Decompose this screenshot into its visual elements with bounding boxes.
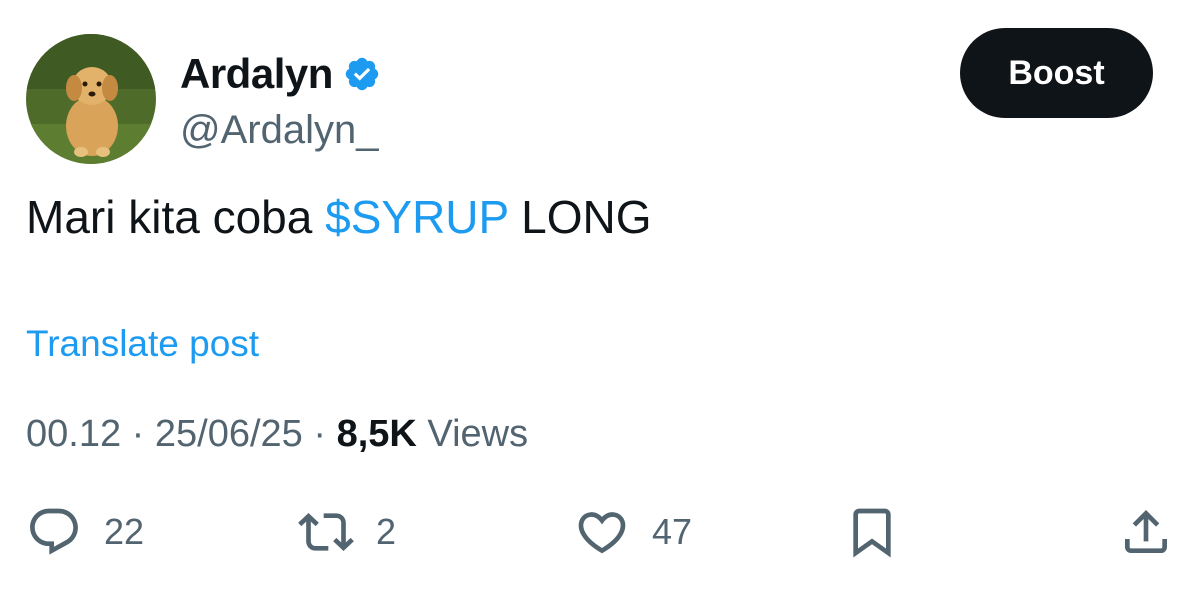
author-handle[interactable]: @Ardalyn_ (180, 108, 378, 153)
action-bar: 22 2 47 (0, 500, 1200, 570)
post-card: Ardalyn @Ardalyn_ Boost Mari kita coba $… (0, 0, 1200, 616)
heart-icon (578, 512, 626, 554)
post-text: Mari kita coba $SYRUP LONG (26, 190, 652, 244)
post-date[interactable]: 25/06/25 (155, 413, 303, 455)
repost-count: 2 (376, 511, 397, 552)
bookmark-button[interactable] (844, 500, 900, 564)
avatar-image (26, 34, 156, 164)
post-time[interactable]: 00.12 (26, 413, 121, 455)
views-count[interactable]: 8,5K (337, 413, 417, 455)
avatar[interactable] (26, 34, 156, 164)
share-icon (1125, 510, 1167, 553)
cashtag-link[interactable]: $SYRUP (325, 191, 508, 243)
bookmark-icon (853, 508, 891, 558)
reply-count: 22 (104, 511, 145, 552)
post-text-after: LONG (508, 191, 652, 243)
like-count: 47 (652, 511, 693, 552)
share-button[interactable] (1118, 500, 1174, 564)
meta-separator: · (121, 413, 155, 455)
post-meta: 00.12 · 25/06/25 · 8,5K Views (26, 413, 528, 456)
display-name[interactable]: Ardalyn (180, 50, 333, 98)
repost-button[interactable]: 2 (298, 500, 396, 564)
repost-icon (298, 513, 354, 551)
author-name-row: Ardalyn (180, 48, 381, 100)
translate-post-link[interactable]: Translate post (26, 323, 259, 365)
like-button[interactable]: 47 (574, 500, 692, 564)
reply-icon (30, 508, 78, 555)
post-text-before: Mari kita coba (26, 191, 326, 243)
meta-separator: · (302, 413, 337, 455)
verified-badge-icon[interactable] (343, 55, 381, 93)
boost-button[interactable]: Boost (960, 28, 1153, 118)
reply-button[interactable]: 22 (26, 500, 144, 564)
views-label: Views (416, 413, 529, 455)
